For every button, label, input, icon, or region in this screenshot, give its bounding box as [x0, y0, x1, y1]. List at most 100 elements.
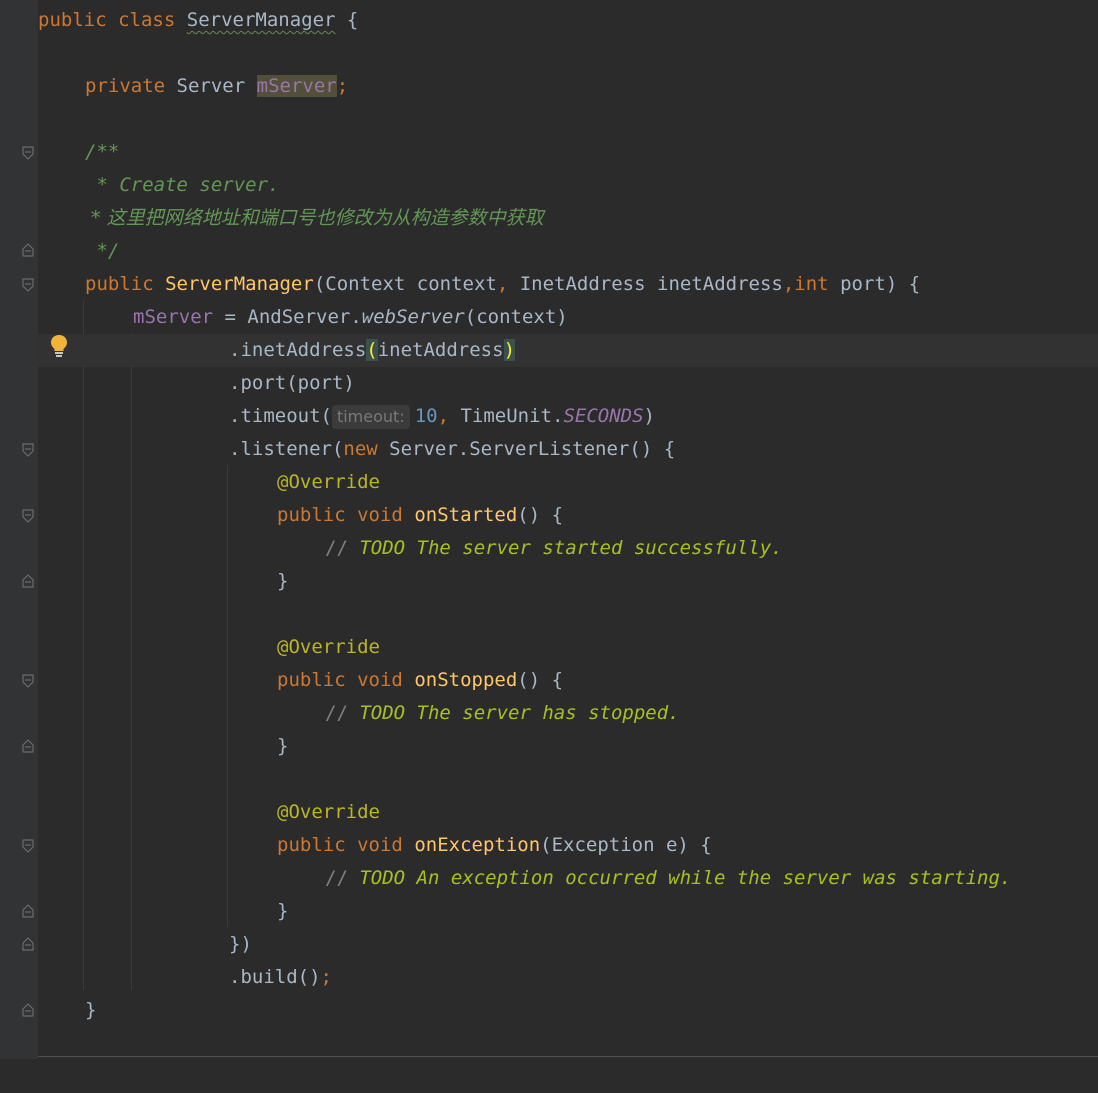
- constructor-name: ServerManager: [165, 273, 314, 295]
- code-line-1[interactable]: public class ServerManager {: [38, 4, 1098, 37]
- todo-comment: TODO An exception occurred while the ser…: [347, 867, 1012, 889]
- code-line-9[interactable]: .inetAddress(inetAddress): [38, 334, 1098, 367]
- code-line-16[interactable]: }: [38, 565, 1098, 598]
- fold-close-icon[interactable]: [22, 243, 34, 257]
- code-line-13[interactable]: @Override: [38, 466, 1098, 499]
- paren-match: (: [366, 339, 378, 361]
- code-text: () {: [517, 669, 564, 691]
- javadoc-line: * Create server.: [85, 174, 280, 196]
- brace: {: [346, 9, 359, 31]
- code-line-14[interactable]: public void onStarted() {: [38, 499, 1098, 532]
- code-text: (Exception e) {: [540, 834, 712, 856]
- field-name: mServer: [256, 75, 337, 97]
- method-call: .listener(: [229, 438, 344, 460]
- annotation: @Override: [277, 801, 380, 823]
- method-call: .port(port): [229, 372, 355, 394]
- fold-open-icon[interactable]: [22, 443, 34, 457]
- code-line-24[interactable]: public void onException(Exception e) {: [38, 829, 1098, 862]
- keyword: public: [277, 504, 346, 526]
- keyword: public: [277, 669, 346, 691]
- comma: ,: [496, 273, 509, 295]
- lightbulb-icon[interactable]: [50, 334, 68, 358]
- code-line-10[interactable]: .port(port): [38, 367, 1098, 400]
- number-literal: 10: [414, 405, 438, 427]
- fold-close-icon[interactable]: [22, 1003, 34, 1017]
- method-call: .inetAddress: [229, 339, 367, 361]
- javadoc-close: */: [85, 240, 120, 262]
- code-text: ): [643, 405, 655, 427]
- argument: inetAddress: [377, 339, 504, 361]
- keyword: public: [38, 9, 107, 31]
- fold-open-icon[interactable]: [22, 509, 34, 523]
- method-separator: [38, 1056, 1098, 1057]
- method-call: .timeout(: [229, 405, 332, 427]
- keyword: void: [357, 834, 403, 856]
- fold-close-icon[interactable]: [22, 904, 34, 918]
- code-text: () {: [517, 504, 564, 526]
- comma: ,: [437, 405, 450, 427]
- code-line-5[interactable]: * 这里把网络地址和端口号也修改为从构造参数中获取: [38, 202, 1098, 235]
- keyword: void: [357, 669, 403, 691]
- comment-slashes: //: [325, 702, 348, 724]
- todo-comment: TODO The server has stopped.: [347, 702, 680, 724]
- fold-close-icon[interactable]: [22, 739, 34, 753]
- code-line-21[interactable]: }: [38, 730, 1098, 763]
- code-line-27[interactable]: }): [38, 928, 1098, 961]
- method-call: webServer: [361, 306, 465, 328]
- code-line-8[interactable]: mServer = AndServer.webServer(context): [38, 301, 1098, 334]
- code-line-23[interactable]: @Override: [38, 796, 1098, 829]
- annotation: @Override: [277, 471, 380, 493]
- method-call: .build(): [229, 966, 321, 988]
- comment-slashes: //: [325, 867, 348, 889]
- method-name: onException: [414, 834, 541, 856]
- keyword: public: [85, 273, 154, 295]
- code-line-18[interactable]: @Override: [38, 631, 1098, 664]
- brace: }: [277, 900, 289, 922]
- fold-open-icon[interactable]: [22, 674, 34, 688]
- annotation: @Override: [277, 636, 380, 658]
- fold-close-icon[interactable]: [22, 574, 34, 588]
- brace: }: [85, 999, 97, 1021]
- comma: ,: [782, 273, 795, 295]
- param: InetAddress inetAddress: [508, 273, 783, 295]
- todo-comment: TODO The server started successfully.: [347, 537, 783, 559]
- code-line-7[interactable]: public ServerManager(Context context, In…: [38, 268, 1098, 301]
- code-line-20[interactable]: // TODO The server has stopped.: [38, 697, 1098, 730]
- keyword: void: [357, 504, 403, 526]
- code-line-26[interactable]: }: [38, 895, 1098, 928]
- class-name: ServerManager: [186, 9, 336, 31]
- paren-match: ): [503, 339, 516, 361]
- code-line-29[interactable]: }: [38, 994, 1098, 1027]
- fold-open-icon[interactable]: [22, 839, 34, 853]
- keyword: new: [343, 438, 378, 460]
- param: port) {: [828, 273, 921, 295]
- code-line-25[interactable]: // TODO An exception occurred while the …: [38, 862, 1098, 895]
- code-line-6[interactable]: */: [38, 235, 1098, 268]
- parameter-hint: timeout:: [331, 405, 410, 429]
- code-line-4[interactable]: * Create server.: [38, 169, 1098, 202]
- code-text: (context): [464, 306, 568, 328]
- code-line-12[interactable]: .listener(new Server.ServerListener() {: [38, 433, 1098, 466]
- brace: }: [277, 570, 289, 592]
- code-line-11[interactable]: .timeout(timeout: 10, TimeUnit.SECONDS): [38, 400, 1098, 433]
- keyword: public: [277, 834, 346, 856]
- code-line-3[interactable]: /**: [38, 136, 1098, 169]
- code-text: }): [229, 933, 252, 955]
- keyword: private: [85, 75, 166, 97]
- code-line-28[interactable]: .build();: [38, 961, 1098, 994]
- keyword: int: [794, 273, 829, 295]
- fold-open-icon[interactable]: [22, 278, 34, 292]
- comment-slashes: //: [325, 537, 348, 559]
- code-line-2[interactable]: private Server mServer;: [38, 70, 1098, 103]
- code-line-19[interactable]: public void onStopped() {: [38, 664, 1098, 697]
- code-text: TimeUnit.: [449, 405, 564, 427]
- constant: SECONDS: [563, 405, 644, 427]
- field-name: mServer: [133, 306, 214, 328]
- method-name: onStarted: [414, 504, 518, 526]
- fold-open-icon[interactable]: [22, 146, 34, 160]
- semicolon: ;: [320, 966, 332, 988]
- code-line-15[interactable]: // TODO The server started successfully.: [38, 532, 1098, 565]
- code-text: = AndServer.: [213, 306, 362, 328]
- code-editor[interactable]: public class ServerManager { private Ser…: [38, 0, 1098, 1059]
- fold-close-icon[interactable]: [22, 937, 34, 951]
